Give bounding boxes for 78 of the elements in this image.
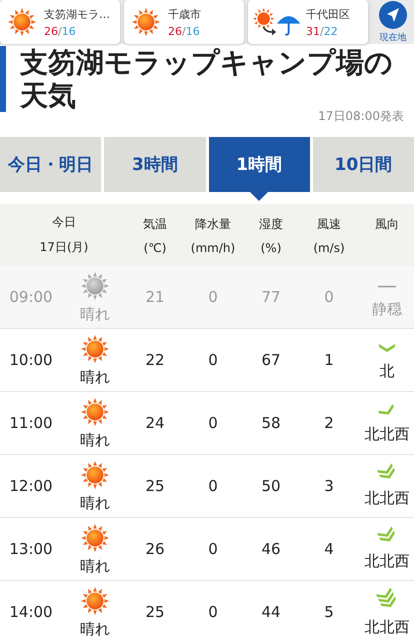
- wind-speed-cell-text: 2: [323, 414, 335, 432]
- temperature-cell-text: 25: [144, 477, 166, 495]
- temperature-cell-text: 26: [144, 540, 166, 558]
- time-cell-text: 12:00: [8, 477, 54, 495]
- column-header: 降水量: [195, 216, 231, 232]
- wind-direction-label: 北北西: [364, 618, 410, 636]
- tab[interactable]: 3時間: [104, 137, 206, 192]
- sun-icon: [80, 270, 110, 300]
- time-cell-text: 09:00: [8, 288, 54, 306]
- humidity-cell-text: 50: [260, 477, 282, 495]
- wind-speed-cell-text: 0: [323, 288, 335, 306]
- location-card[interactable]: 支笏湖モラ… 26/16: [0, 0, 120, 44]
- weather-label: 晴れ: [80, 304, 110, 324]
- temperature-range: 26/16: [168, 24, 201, 38]
- wind-speed-cell-text: 3: [323, 477, 335, 495]
- column-unit: 17日(月): [40, 239, 88, 256]
- column-header: 今日: [52, 214, 76, 231]
- wind-direction-label: 北: [380, 362, 394, 380]
- temperature-cell-text: 21: [144, 288, 166, 306]
- time-cell-text: 13:00: [8, 540, 54, 558]
- weather-label: 晴れ: [80, 494, 110, 512]
- location-card[interactable]: 千歳市 26/16: [124, 0, 244, 44]
- column-unit: (m/s): [313, 240, 345, 254]
- sun-icon: [80, 396, 110, 426]
- weather-label: 晴れ: [80, 556, 110, 576]
- humidity-cell-text: 58: [260, 414, 282, 432]
- tab[interactable]: 今日・明日: [0, 137, 102, 192]
- precipitation-cell-text: 0: [207, 477, 219, 495]
- column-header: 風速: [317, 216, 341, 232]
- temperature-cell-text: 25: [144, 603, 166, 621]
- column-header: 湿度: [259, 216, 283, 232]
- temperature-range: 31/22: [306, 24, 339, 38]
- precipitation-cell-text: 0: [207, 288, 219, 306]
- location-name: 支笏湖モラ…: [44, 6, 110, 22]
- sun-icon: [80, 334, 110, 364]
- humidity-cell-text: 67: [260, 351, 282, 369]
- temperature-cell-text: 24: [144, 414, 166, 432]
- humidity-cell-text: 44: [260, 603, 282, 621]
- sun-icon: [80, 586, 110, 616]
- tab[interactable]: 10日間: [312, 137, 414, 192]
- time-cell-text: 10:00: [8, 351, 54, 369]
- wind-direction-label: 北北西: [364, 424, 410, 444]
- humidity-cell-text: 46: [260, 540, 282, 558]
- sun-icon: [80, 522, 110, 552]
- calm-mark: —: [377, 273, 397, 297]
- sun-icon: [7, 7, 37, 37]
- column-unit: (%): [260, 240, 282, 254]
- wind-direction-label: 静穏: [372, 300, 402, 319]
- column-unit: (mm/h): [190, 240, 236, 254]
- weather-label: 晴れ: [80, 430, 110, 450]
- column-header: 風向: [375, 216, 399, 232]
- location-name: 千歳市: [168, 6, 201, 22]
- wind-speed-cell-text: 4: [323, 540, 335, 558]
- sun-icon: [131, 7, 161, 37]
- precipitation-cell-text: 0: [207, 540, 219, 558]
- wind-arrow-icon: [376, 342, 398, 354]
- humidity-cell-text: 77: [260, 288, 282, 306]
- wind-speed-cell-text: 5: [323, 603, 335, 621]
- weather-label: 晴れ: [80, 620, 110, 638]
- temperature-range: 26/16: [44, 24, 77, 38]
- temperature-cell-text: 22: [144, 351, 166, 369]
- wind-direction-label: 北北西: [364, 552, 410, 571]
- tab[interactable]: 1時間: [208, 137, 310, 192]
- wind-speed-cell-text: 1: [323, 351, 335, 369]
- precipitation-cell-text: 0: [207, 603, 219, 621]
- column-unit: (℃): [144, 240, 166, 254]
- time-cell-text: 11:00: [8, 414, 54, 432]
- time-cell-text: 14:00: [8, 603, 54, 621]
- location-card[interactable]: 千代田区 31/22: [248, 0, 368, 44]
- precipitation-cell-text: 0: [207, 351, 219, 369]
- wind-direction-label: 北北西: [364, 489, 410, 508]
- column-header: 気温: [143, 216, 167, 232]
- sun-to-umbrella-icon: [252, 7, 302, 37]
- precipitation-cell-text: 0: [207, 414, 219, 432]
- weather-label: 晴れ: [80, 368, 110, 386]
- current-location-button[interactable]: 現在地: [372, 0, 414, 44]
- location-name: 千代田区: [306, 6, 350, 22]
- sun-icon: [80, 460, 110, 490]
